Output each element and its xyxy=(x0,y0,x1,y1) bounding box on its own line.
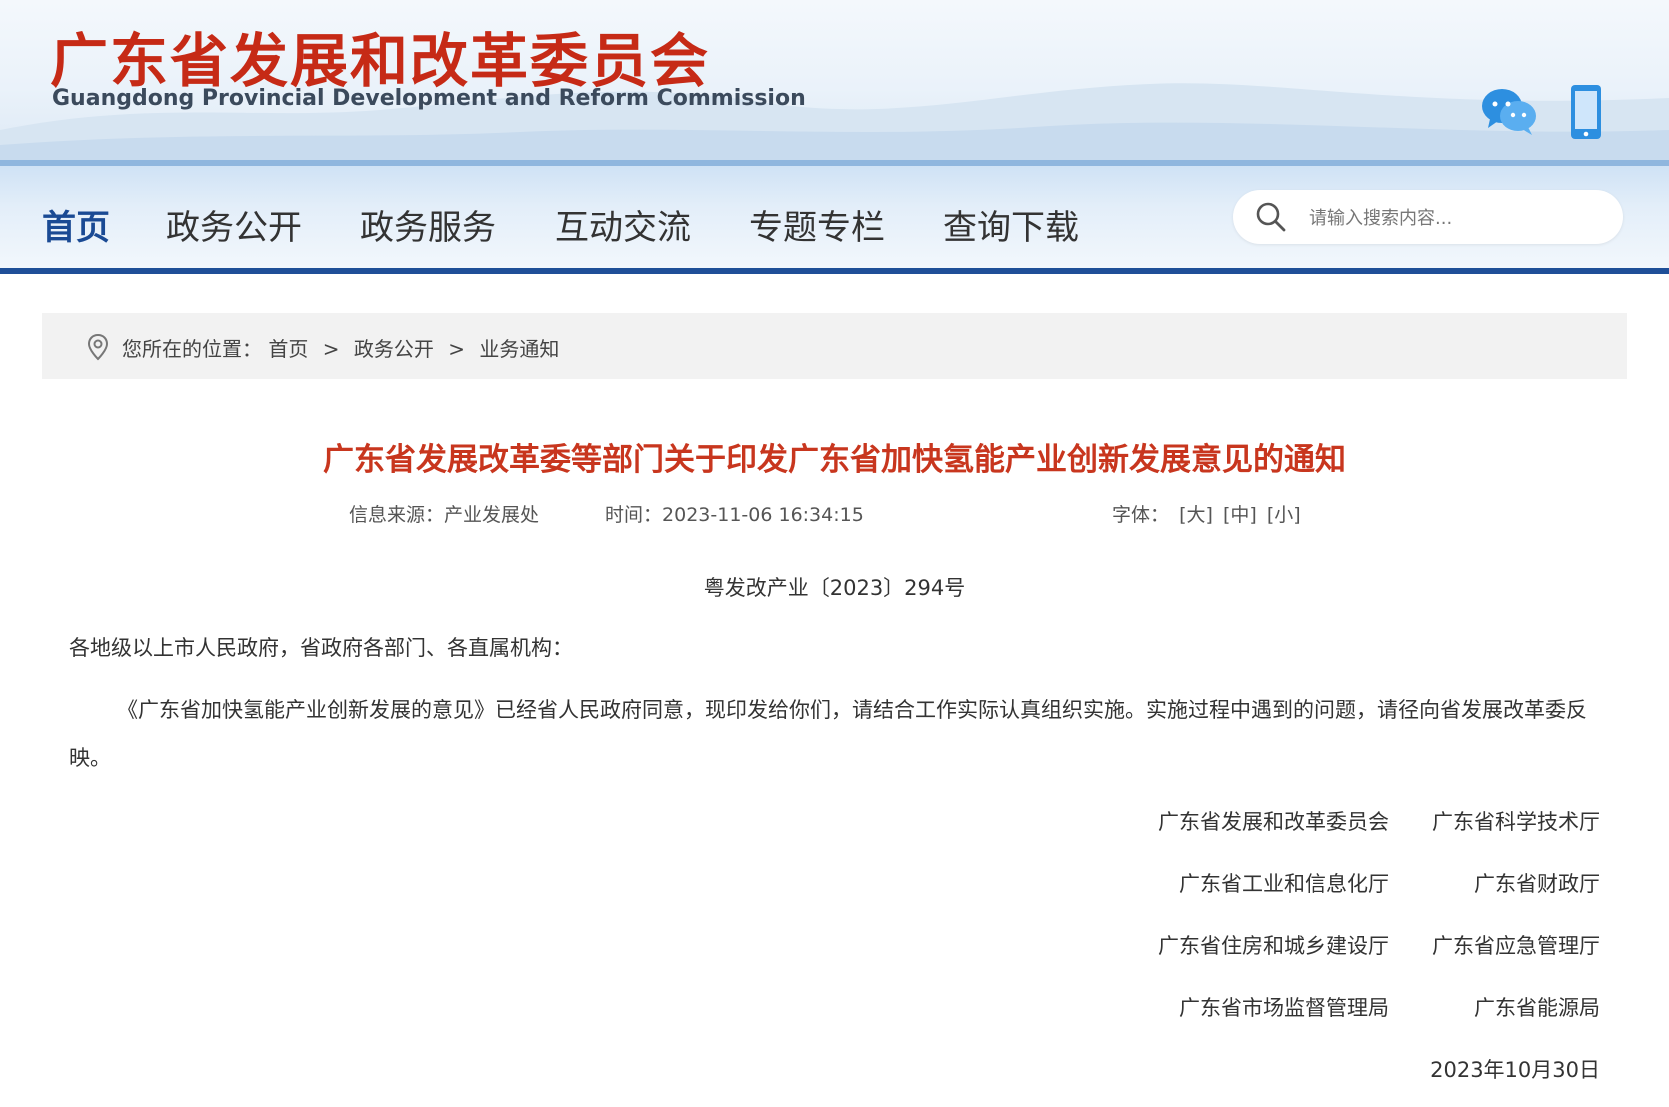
nav-item-government-affairs[interactable]: 政务公开 xyxy=(166,200,302,249)
time-label: 时间： xyxy=(605,504,663,526)
signer: 广东省财政厅 xyxy=(1474,872,1600,896)
nav-item-government-services[interactable]: 政务服务 xyxy=(360,200,496,249)
breadcrumb-government-affairs-link[interactable]: 政务公开 xyxy=(354,337,434,361)
nav-item-interaction[interactable]: 互动交流 xyxy=(555,200,691,249)
issue-date: 2023年10月30日 xyxy=(1430,1058,1600,1082)
font-size-label: 字体： xyxy=(1112,504,1170,526)
article-title: 广东省发展改革委等部门关于印发广东省加快氢能产业创新发展意见的通知 xyxy=(323,442,1346,478)
article-source: 信息来源：产业发展处 xyxy=(349,500,539,527)
signer: 广东省应急管理厅 xyxy=(1432,934,1600,958)
breadcrumb-separator: > xyxy=(448,337,465,361)
nav-item-special-topics[interactable]: 专题专栏 xyxy=(749,200,885,249)
search-icon[interactable] xyxy=(1255,201,1287,233)
signer: 广东省能源局 xyxy=(1474,996,1600,1020)
font-medium-button[interactable]: [中] xyxy=(1223,504,1257,526)
navbar-bottom-bar xyxy=(0,268,1669,274)
salutation: 各地级以上市人民政府，省政府各部门、各直属机构： xyxy=(69,636,573,660)
font-large-button[interactable]: [大] xyxy=(1179,504,1213,526)
source-label: 信息来源： xyxy=(349,504,445,526)
source-value: 产业发展处 xyxy=(444,504,540,526)
font-size-switcher: 字体： [大] [中] [小] xyxy=(1112,500,1301,527)
article-time: 时间：2023-11-06 16:34:15 xyxy=(605,500,864,527)
breadcrumb-trail: 您所在的位置： 首页 > 政务公开 > 业务通知 xyxy=(122,333,559,362)
signer: 广东省发展和改革委员会 xyxy=(1158,810,1389,834)
breadcrumb-home-link[interactable]: 首页 xyxy=(268,337,308,361)
signer: 广东省工业和信息化厅 xyxy=(1179,872,1389,896)
search-input[interactable] xyxy=(1307,200,1601,236)
wechat-icon[interactable] xyxy=(1480,86,1538,136)
site-logo-english: Guangdong Provincial Development and Ref… xyxy=(52,86,806,111)
breadcrumb-business-notice-link[interactable]: 业务通知 xyxy=(479,337,559,361)
time-value: 2023-11-06 16:34:15 xyxy=(662,504,864,526)
main-navigation: 首页 政务公开 政务服务 互动交流 专题专栏 查询下载 xyxy=(0,160,1669,268)
document-number: 粤发改产业〔2023〕294号 xyxy=(703,576,966,600)
breadcrumb-separator: > xyxy=(322,337,340,361)
mobile-icon[interactable] xyxy=(1570,84,1602,140)
location-pin-icon xyxy=(87,333,109,361)
breadcrumb: 您所在的位置： 首页 > 政务公开 > 业务通知 xyxy=(42,313,1627,379)
signer: 广东省科学技术厅 xyxy=(1432,810,1600,834)
article-body: 《广东省加快氢能产业创新发展的意见》已经省人民政府同意，现印发给你们，请结合工作… xyxy=(69,698,1587,770)
signer: 广东省市场监督管理局 xyxy=(1179,996,1389,1020)
breadcrumb-prefix: 您所在的位置： xyxy=(122,337,262,361)
font-small-button[interactable]: [小] xyxy=(1267,504,1301,526)
site-header: 广东省发展和改革委员会 Guangdong Provincial Develop… xyxy=(0,0,1669,160)
signer: 广东省住房和城乡建设厅 xyxy=(1158,934,1389,958)
nav-item-query-download[interactable]: 查询下载 xyxy=(943,200,1079,249)
search-box xyxy=(1233,190,1623,244)
nav-item-home[interactable]: 首页 xyxy=(42,200,110,249)
